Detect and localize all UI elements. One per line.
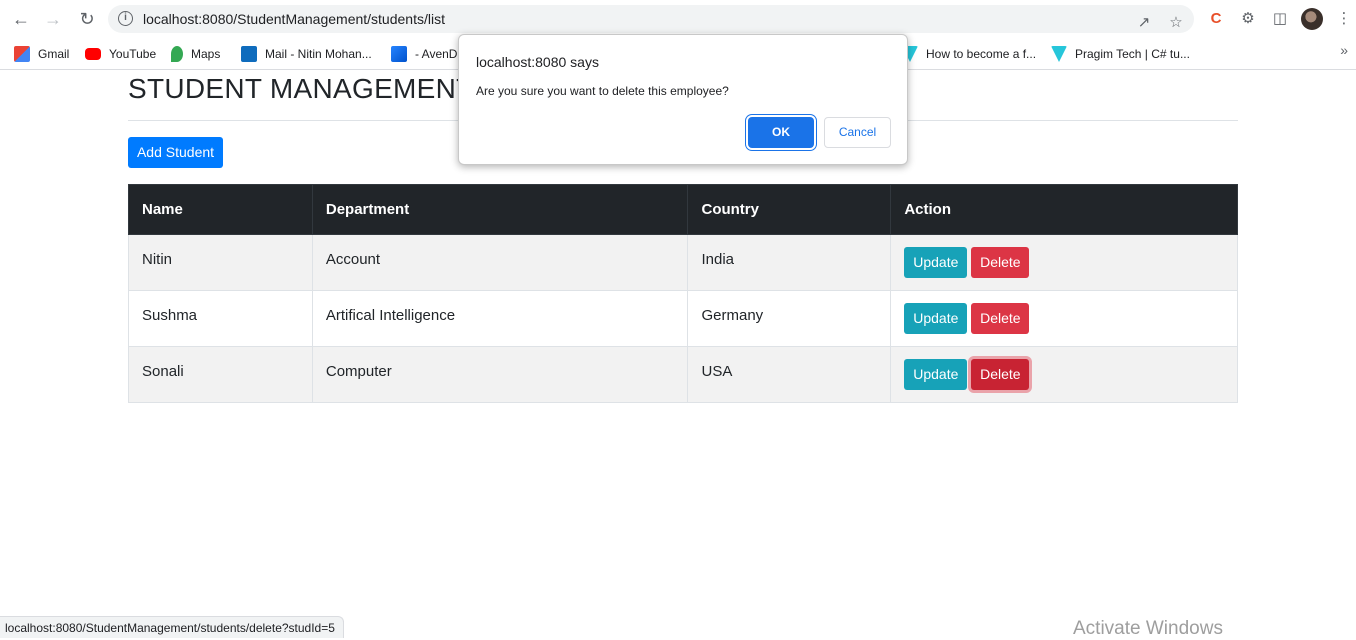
activate-windows-watermark: Activate Windows xyxy=(1073,618,1223,639)
bookmark-label: How to become a f... xyxy=(926,47,1037,61)
cell-action: Update Delete xyxy=(890,290,1238,347)
bookmark-label: Mail - Nitin Mohan... xyxy=(265,47,372,61)
forward-arrow-icon[interactable]: → xyxy=(40,7,66,31)
back-arrow-icon[interactable]: ← xyxy=(8,7,34,31)
cell-country: Germany xyxy=(687,290,892,347)
bookmark-mail[interactable]: Mail - Nitin Mohan... xyxy=(241,44,372,64)
header-country: Country xyxy=(687,184,892,235)
browser-toolbar: ← → ↻ i localhost:8080/StudentManagement… xyxy=(0,0,1356,38)
bookmark-youtube[interactable]: YouTube xyxy=(85,44,156,64)
bookmark-how-to-become[interactable]: How to become a f... xyxy=(902,44,1036,64)
bookmark-avend[interactable]: - AvenD xyxy=(391,44,457,64)
profile-avatar[interactable] xyxy=(1301,8,1323,30)
dialog-message: Are you sure you want to delete this emp… xyxy=(476,84,729,98)
table-row: Sushma Artifical Intelligence Germany Up… xyxy=(128,290,1238,347)
cell-action: Update Delete xyxy=(890,346,1238,403)
bookmark-label: YouTube xyxy=(109,47,157,61)
address-url[interactable]: localhost:8080/StudentManagement/student… xyxy=(143,11,445,27)
page-title: STUDENT MANAGEMENT xyxy=(128,73,474,104)
add-student-button[interactable]: Add Student xyxy=(128,137,223,168)
share-icon[interactable]: ↗ xyxy=(1135,14,1153,32)
update-button[interactable]: Update xyxy=(904,359,968,390)
header-action: Action xyxy=(890,184,1238,235)
cell-name: Nitin xyxy=(128,234,313,291)
header-department: Department xyxy=(311,184,689,235)
cell-name: Sushma xyxy=(128,290,313,347)
puzzle-icon[interactable]: ⚙ xyxy=(1238,9,1258,29)
bookmark-label: Gmail xyxy=(38,47,70,61)
table-row: Sonali Computer USA Update Delete xyxy=(128,346,1238,403)
bookmark-pragim[interactable]: Pragim Tech | C# tu... xyxy=(1051,44,1190,64)
address-bar[interactable]: i localhost:8080/StudentManagement/stude… xyxy=(108,5,1194,33)
bookmark-label: Pragim Tech | C# tu... xyxy=(1075,47,1190,61)
bookmark-label: Maps xyxy=(191,47,221,61)
delete-button[interactable]: Delete xyxy=(971,303,1030,334)
cell-department: Computer xyxy=(311,346,689,403)
delete-button[interactable]: Delete xyxy=(971,247,1030,278)
students-table: Name Department Country Action Nitin Acc… xyxy=(128,184,1238,403)
update-button[interactable]: Update xyxy=(904,303,968,334)
table-row: Nitin Account India Update Delete xyxy=(128,234,1238,291)
cell-action: Update Delete xyxy=(890,234,1238,291)
maps-icon xyxy=(171,46,183,62)
cell-department: Account xyxy=(311,234,689,291)
outlook-icon xyxy=(241,46,257,62)
jira-icon xyxy=(391,46,407,62)
dialog-title: localhost:8080 says xyxy=(476,54,599,70)
bookmark-icon xyxy=(1051,46,1067,62)
side-panel-icon[interactable]: ◫ xyxy=(1270,9,1290,29)
menu-dots-icon[interactable]: ⋮ xyxy=(1334,9,1354,29)
status-bar-url: localhost:8080/StudentManagement/student… xyxy=(0,616,344,638)
table-header-row: Name Department Country Action xyxy=(128,184,1238,235)
youtube-icon xyxy=(85,48,101,60)
confirm-dialog: localhost:8080 says Are you sure you wan… xyxy=(458,34,908,165)
cell-country: India xyxy=(687,234,892,291)
star-icon[interactable]: ☆ xyxy=(1167,14,1185,32)
extension-c-icon[interactable]: C xyxy=(1206,9,1226,29)
update-button[interactable]: Update xyxy=(904,247,968,278)
bookmark-label: - AvenD xyxy=(415,47,458,61)
delete-button[interactable]: Delete xyxy=(971,359,1030,390)
header-name: Name xyxy=(128,184,313,235)
ok-button[interactable]: OK xyxy=(748,117,814,148)
site-info-icon[interactable]: i xyxy=(118,11,133,26)
cell-country: USA xyxy=(687,346,892,403)
cell-department: Artifical Intelligence xyxy=(311,290,689,347)
cell-name: Sonali xyxy=(128,346,313,403)
more-bookmarks-icon[interactable]: » xyxy=(1340,42,1348,58)
bookmark-gmail[interactable]: Gmail xyxy=(14,44,69,64)
bookmark-maps[interactable]: Maps xyxy=(171,44,220,64)
gmail-icon xyxy=(14,46,30,62)
cancel-button[interactable]: Cancel xyxy=(824,117,891,148)
reload-icon[interactable]: ↻ xyxy=(74,7,100,31)
